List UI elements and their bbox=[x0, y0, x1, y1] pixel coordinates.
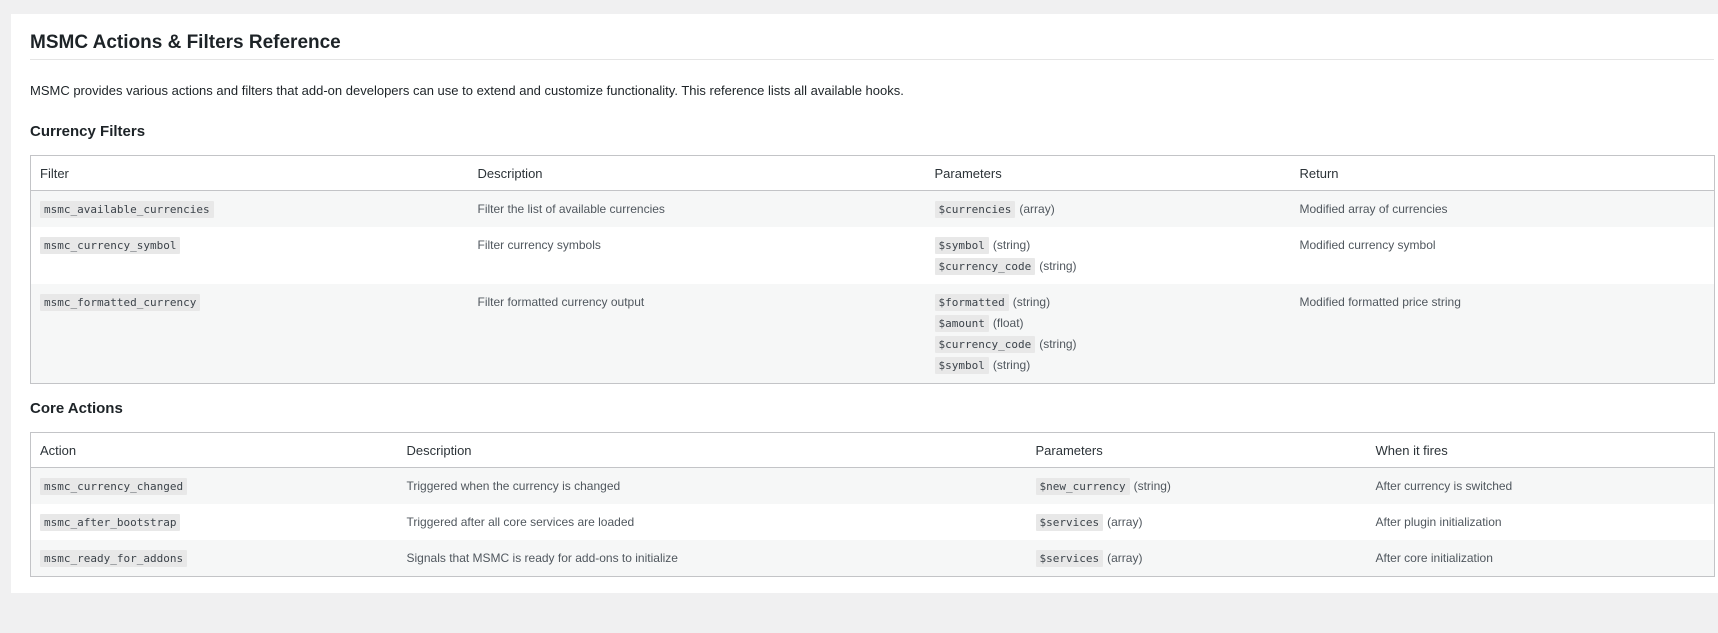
parameter-type: (string) bbox=[992, 358, 1031, 372]
core-actions-heading: Core Actions bbox=[30, 400, 123, 417]
hook-return: Modified formatted price string bbox=[1290, 284, 1715, 384]
hook-name: msmc_available_currencies bbox=[40, 201, 214, 218]
hook-name: msmc_currency_changed bbox=[40, 478, 188, 495]
parameter-name: $formatted bbox=[934, 294, 1009, 311]
hook-when: After plugin initialization bbox=[1375, 515, 1502, 529]
parameter-name: $currencies bbox=[934, 201, 1016, 218]
parameter: $services (array) bbox=[1035, 512, 1358, 533]
parameter-name: $services bbox=[1035, 514, 1104, 531]
hook-name: msmc_after_bootstrap bbox=[40, 514, 181, 531]
parameter-type: (string) bbox=[1039, 337, 1077, 351]
table-row: msmc_currency_changed Triggered when the… bbox=[30, 467, 1715, 504]
column-header-parameters: Parameters bbox=[925, 155, 1291, 191]
hook-description: Filter formatted currency output bbox=[468, 284, 926, 384]
table-row: msmc_after_bootstrap Triggered after all… bbox=[31, 504, 1715, 540]
parameter-type: (string) bbox=[1133, 479, 1171, 493]
table-row: msmc_available_currencies Filter the lis… bbox=[30, 190, 1715, 227]
core-actions-table: Action Description Parameters When it fi… bbox=[30, 432, 1715, 577]
parameter: $services (array) bbox=[1035, 548, 1358, 569]
main-content-panel: MSMC Actions & Filters Reference MSMC pr… bbox=[11, 14, 1718, 593]
currency-filters-table: Filter Description Parameters Return msm… bbox=[30, 155, 1715, 384]
hook-parameters: $services (array) bbox=[1026, 540, 1367, 577]
table-row: msmc_currency_symbol Filter currency sym… bbox=[31, 227, 1715, 284]
column-header-description: Description bbox=[397, 432, 1027, 468]
parameter-type: (array) bbox=[1019, 202, 1055, 216]
parameter: $currencies (array) bbox=[934, 199, 1282, 220]
hook-parameters: $new_currency (string) bbox=[1026, 467, 1367, 504]
column-header-when-it-fires: When it fires bbox=[1366, 432, 1715, 468]
hook-description: Signals that MSMC is ready for add-ons t… bbox=[397, 540, 1027, 577]
parameter-name: $symbol bbox=[934, 357, 989, 374]
page-title: MSMC Actions & Filters Reference bbox=[30, 32, 341, 53]
parameter: $symbol (string) bbox=[934, 355, 1282, 376]
hook-when: After currency is switched bbox=[1366, 467, 1715, 504]
hook-parameters: $currencies (array) bbox=[925, 190, 1291, 227]
hook-return: Modified array of currencies bbox=[1290, 190, 1715, 227]
hook-parameters: $formatted (string) $amount (float) $curre… bbox=[925, 284, 1291, 384]
column-header-action: Action bbox=[30, 432, 398, 468]
column-header-description: Description bbox=[468, 155, 926, 191]
parameter: $symbol (string) bbox=[934, 235, 1282, 256]
intro-text: MSMC provides various actions and filter… bbox=[30, 83, 904, 98]
parameter: $formatted (string) bbox=[934, 292, 1282, 313]
title-divider bbox=[30, 59, 1714, 60]
hook-description: Triggered when the currency is changed bbox=[397, 467, 1027, 504]
parameter-name: $currency_code bbox=[934, 336, 1036, 353]
parameter: $new_currency (string) bbox=[1035, 476, 1358, 497]
parameter: $currency_code (string) bbox=[934, 256, 1282, 277]
hook-parameters: $symbol (string) $currency_code (string) bbox=[926, 227, 1291, 284]
table-row: msmc_formatted_currency Filter formatted… bbox=[30, 284, 1715, 384]
table-header-row: Action Description Parameters When it fi… bbox=[30, 432, 1715, 468]
hook-description: Filter the list of available currencies bbox=[468, 190, 926, 227]
parameter-type: (float) bbox=[992, 316, 1024, 330]
hook-description: Filter currency symbols bbox=[477, 238, 601, 252]
parameter-name: $services bbox=[1035, 550, 1104, 567]
parameter-type: (string) bbox=[1039, 259, 1077, 273]
hook-description: Triggered after all core services are lo… bbox=[406, 515, 635, 529]
table-row: msmc_ready_for_addons Signals that MSMC … bbox=[30, 540, 1715, 577]
column-header-filter: Filter bbox=[30, 155, 469, 191]
hook-parameters: $services (array) bbox=[1027, 504, 1367, 540]
parameter: $amount (float) bbox=[934, 313, 1282, 334]
parameter-name: $new_currency bbox=[1035, 478, 1130, 495]
parameter-type: (array) bbox=[1107, 551, 1143, 565]
parameter-type: (array) bbox=[1107, 515, 1143, 529]
parameter: $currency_code (string) bbox=[934, 334, 1282, 355]
column-header-parameters: Parameters bbox=[1026, 432, 1367, 468]
parameter-name: $amount bbox=[934, 315, 989, 332]
hook-name: msmc_ready_for_addons bbox=[40, 550, 188, 567]
hook-name: msmc_currency_symbol bbox=[40, 237, 181, 254]
currency-filters-heading: Currency Filters bbox=[30, 123, 146, 140]
parameter-type: (string) bbox=[1012, 295, 1051, 309]
parameter-name: $symbol bbox=[934, 237, 989, 254]
parameter-name: $currency_code bbox=[934, 258, 1036, 275]
hook-name: msmc_formatted_currency bbox=[40, 294, 201, 311]
parameter-type: (string) bbox=[992, 238, 1031, 252]
column-header-return: Return bbox=[1290, 155, 1715, 191]
hook-when: After core initialization bbox=[1366, 540, 1715, 577]
table-header-row: Filter Description Parameters Return bbox=[30, 155, 1715, 191]
hook-return: Modified currency symbol bbox=[1299, 238, 1436, 252]
